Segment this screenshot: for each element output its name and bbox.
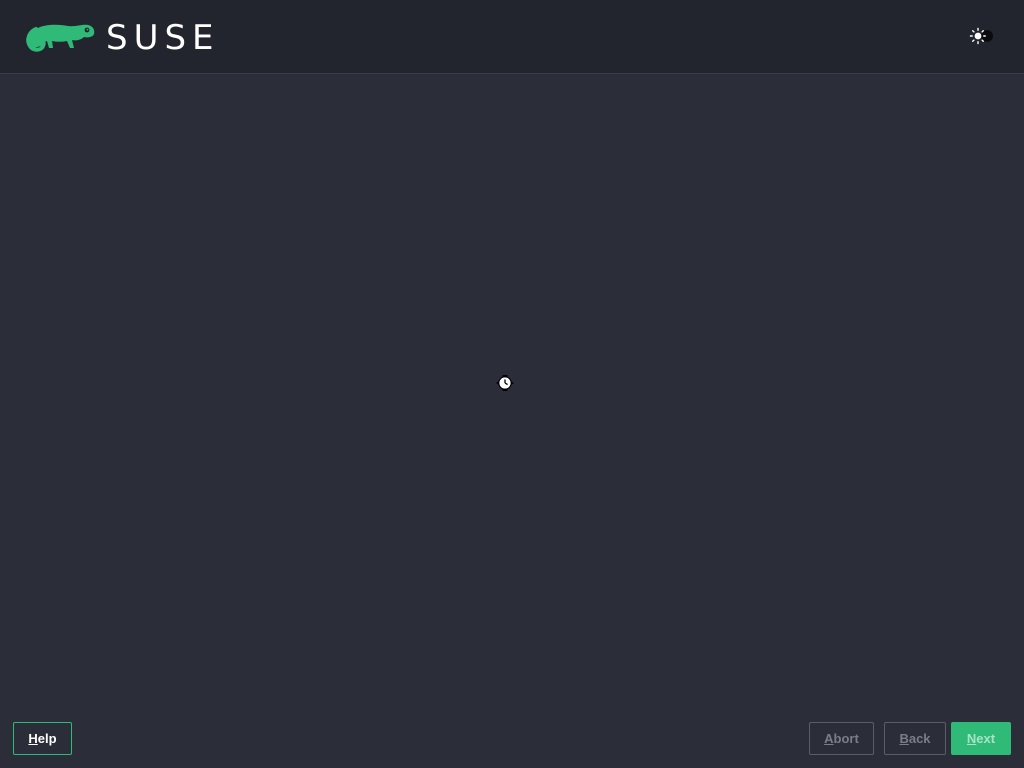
back-button-label: Back [899,731,931,746]
help-button-label: Help [28,731,57,746]
busy-cursor-icon [496,375,514,391]
installer-window: SUSE Help Abort Back Next [0,0,1024,768]
suse-logo: SUSE [24,18,220,58]
abort-button[interactable]: Abort [809,722,874,755]
header-bar: SUSE [0,0,1024,74]
help-button[interactable]: Help [13,722,72,755]
main-content-area [0,74,1024,714]
brand-wordmark: SUSE [106,18,220,58]
sun-moon-toggle-icon [969,27,993,45]
theme-toggle-button[interactable] [968,27,998,45]
next-button-label: Next [966,731,996,746]
chameleon-logo-icon [26,24,95,52]
next-button[interactable]: Next [951,722,1011,755]
abort-button-label: Abort [824,731,859,746]
back-button[interactable]: Back [884,722,946,755]
